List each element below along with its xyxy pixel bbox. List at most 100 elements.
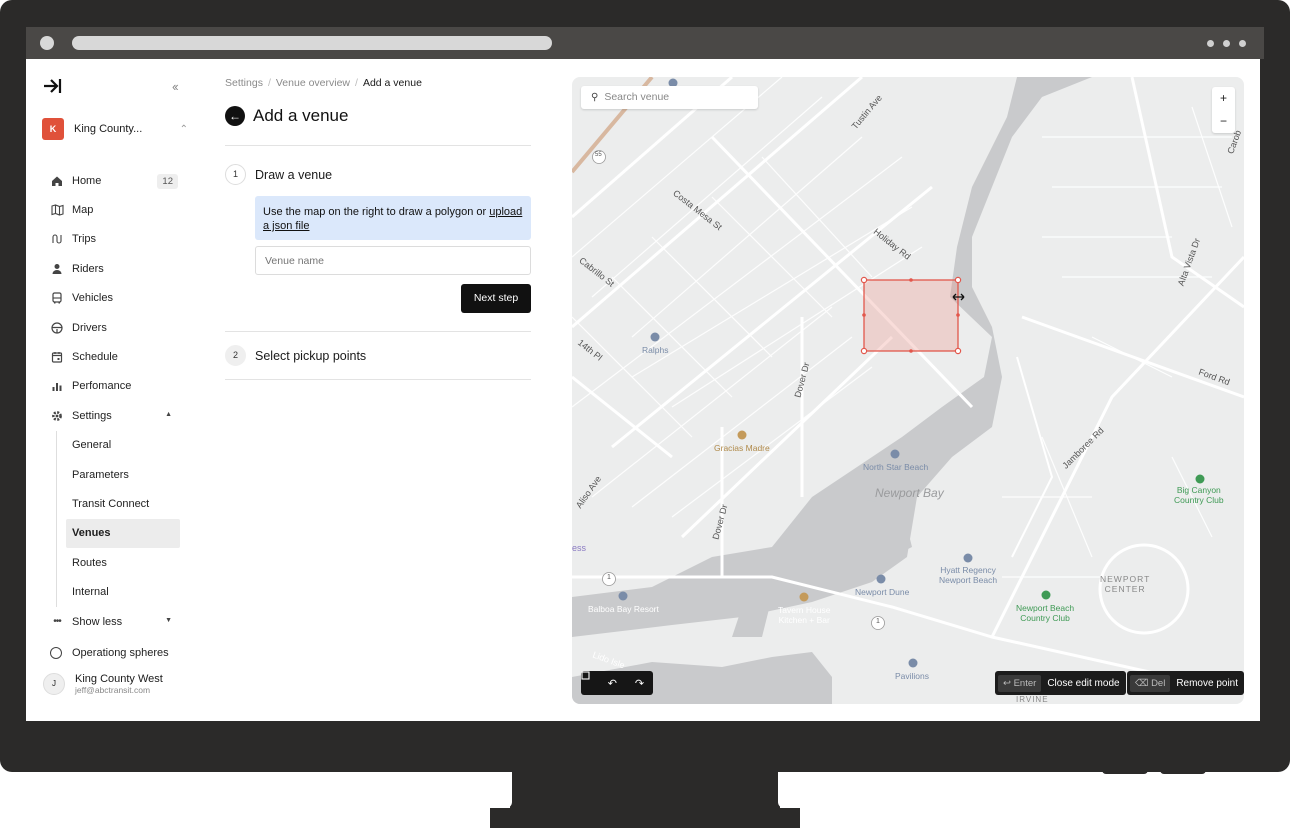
nav-item-performance[interactable]: Perfomance — [26, 372, 198, 401]
monitor-mockup: ‹‹ K King County... ⌃ Home 12 Map Trips … — [0, 0, 1290, 828]
settings-sub-routes[interactable]: Routes — [26, 548, 198, 577]
nav-label: Home — [72, 174, 102, 187]
chevron-up-icon: ▲ — [165, 411, 172, 419]
next-step-button[interactable]: Next step — [461, 284, 531, 313]
poi-label[interactable]: Newport Dune — [855, 587, 909, 597]
settings-sub-venues[interactable]: Venues — [66, 518, 180, 549]
breadcrumb-venue-overview[interactable]: Venue overview — [276, 77, 350, 89]
hint-remove-point: ⌫ Del Remove point — [1127, 671, 1244, 695]
settings-sub-general[interactable]: General — [26, 431, 198, 460]
chevron-down-icon: ▼ — [165, 616, 172, 624]
nav-item-riders[interactable]: Riders — [26, 254, 198, 283]
chevron-updown-icon: ⌃ — [179, 123, 188, 135]
step-1-header[interactable]: 1 Draw a venue — [225, 164, 332, 185]
nav-item-trips[interactable]: Trips — [26, 225, 198, 254]
poi-label[interactable]: Pavilions — [895, 671, 929, 681]
poi-label[interactable]: Big Canyon Country Club — [1174, 485, 1224, 505]
user-email: jeff@abctransit.com — [75, 685, 151, 695]
step-number: 2 — [225, 345, 246, 366]
instruction-text: Use the map on the right to draw a polyg… — [263, 206, 490, 218]
poi-label[interactable]: Gracias Madre — [714, 443, 770, 453]
monitor-stand — [510, 770, 780, 810]
poi-label[interactable]: Tavern House Kitchen + Bar — [778, 605, 830, 625]
drawing-toolbar: ↶ ↷ — [581, 671, 653, 695]
org-name: King County... — [74, 123, 143, 135]
settings-sub-transit-connect[interactable]: Transit Connect — [26, 489, 198, 518]
poi-label[interactable]: Hyatt Regency Newport Beach — [939, 565, 997, 585]
venue-name-input[interactable] — [255, 246, 531, 275]
poi-label: ess — [572, 543, 587, 553]
person-icon — [50, 262, 64, 276]
poi-label[interactable]: North Star Beach — [863, 462, 928, 472]
circle-icon — [50, 647, 62, 659]
highway-shield: 1 — [607, 574, 611, 581]
app-screen: ‹‹ K King County... ⌃ Home 12 Map Trips … — [26, 59, 1260, 721]
highway-shield: 55 — [595, 152, 602, 158]
back-arrow-icon[interactable]: ← — [225, 106, 245, 126]
breadcrumb-current: Add a venue — [362, 77, 422, 89]
undo-icon[interactable]: ↶ — [608, 677, 617, 690]
zoom-controls: + − — [1212, 87, 1235, 133]
operating-spheres-link[interactable]: Operationg spheres — [50, 647, 169, 659]
poi-label[interactable]: Balboa Bay Resort — [588, 604, 659, 614]
poi-label[interactable]: Ralphs — [642, 345, 668, 355]
browser-menu-icon[interactable] — [1207, 40, 1246, 47]
enter-key-badge: ↩ Enter — [998, 674, 1042, 692]
nav-label: Settings — [72, 409, 112, 422]
nav-label: Drivers — [72, 321, 107, 334]
hint-label: Close edit mode — [1047, 677, 1120, 689]
nav-item-vehicles[interactable]: Vehicles — [26, 284, 198, 313]
area-label: IRVINE — [1016, 695, 1049, 704]
address-bar[interactable] — [72, 36, 552, 50]
map-search-box[interactable]: ⚲ Search venue — [581, 86, 758, 109]
map-icon — [50, 203, 64, 217]
home-icon — [50, 174, 64, 188]
settings-sub-internal[interactable]: Internal — [26, 577, 198, 606]
divider — [225, 331, 531, 332]
map-canvas[interactable]: Tustin Ave Costa Mesa St Holiday Rd Cabr… — [572, 77, 1244, 704]
show-less-toggle[interactable]: ••• Show less ▼ — [26, 607, 198, 636]
step-2-header[interactable]: 2 Select pickup points — [225, 345, 366, 366]
user-profile[interactable]: J King County West jeff@abctransit.com — [43, 673, 163, 695]
user-name: King County West — [75, 673, 163, 685]
nav-item-schedule[interactable]: Schedule — [26, 342, 198, 371]
main-nav: Home 12 Map Trips Riders Vehicles Driver… — [26, 166, 198, 636]
area-label: NEWPORT CENTER — [1100, 574, 1151, 594]
instruction-banner: Use the map on the right to draw a polyg… — [255, 196, 531, 240]
redo-icon[interactable]: ↷ — [635, 677, 644, 690]
breadcrumb: Settings / Venue overview / Add a venue — [225, 77, 422, 89]
home-count-badge: 12 — [157, 174, 178, 189]
submenu-guide-line — [56, 431, 57, 607]
nav-label: Trips — [72, 233, 97, 246]
step-number: 1 — [225, 164, 246, 185]
nav-item-map[interactable]: Map — [26, 195, 198, 224]
nav-item-home[interactable]: Home 12 — [26, 166, 198, 195]
nav-item-drivers[interactable]: Drivers — [26, 313, 198, 342]
app-logo-icon[interactable] — [42, 77, 62, 101]
step-title: Select pickup points — [255, 348, 367, 363]
settings-sub-parameters[interactable]: Parameters — [26, 460, 198, 489]
sidebar: ‹‹ K King County... ⌃ Home 12 Map Trips … — [26, 59, 198, 721]
bus-icon — [50, 291, 64, 305]
route-icon — [50, 232, 64, 246]
divider — [225, 145, 531, 146]
zoom-in-button[interactable]: + — [1212, 87, 1235, 110]
delete-key-badge: ⌫ Del — [1130, 674, 1171, 692]
ellipsis-icon: ••• — [53, 616, 62, 628]
poi-label[interactable]: Newport Beach Country Club — [1016, 603, 1074, 623]
breadcrumb-settings[interactable]: Settings — [225, 77, 263, 89]
hint-label: Remove point — [1176, 677, 1239, 689]
nav-label: Schedule — [72, 351, 118, 364]
divider — [225, 379, 531, 380]
map-base — [572, 77, 1244, 704]
operating-spheres-label: Operationg spheres — [72, 647, 169, 659]
show-less-label: Show less — [72, 615, 123, 628]
collapse-sidebar-icon[interactable]: ‹‹ — [172, 79, 179, 94]
org-switcher[interactable]: K King County... ⌃ — [42, 118, 188, 140]
nav-label: Vehicles — [72, 292, 113, 305]
calendar-icon — [50, 350, 64, 364]
monitor-button — [1160, 768, 1206, 774]
page-title: Add a venue — [253, 106, 349, 125]
zoom-out-button[interactable]: − — [1212, 110, 1235, 133]
nav-item-settings[interactable]: Settings ▲ — [26, 401, 198, 430]
